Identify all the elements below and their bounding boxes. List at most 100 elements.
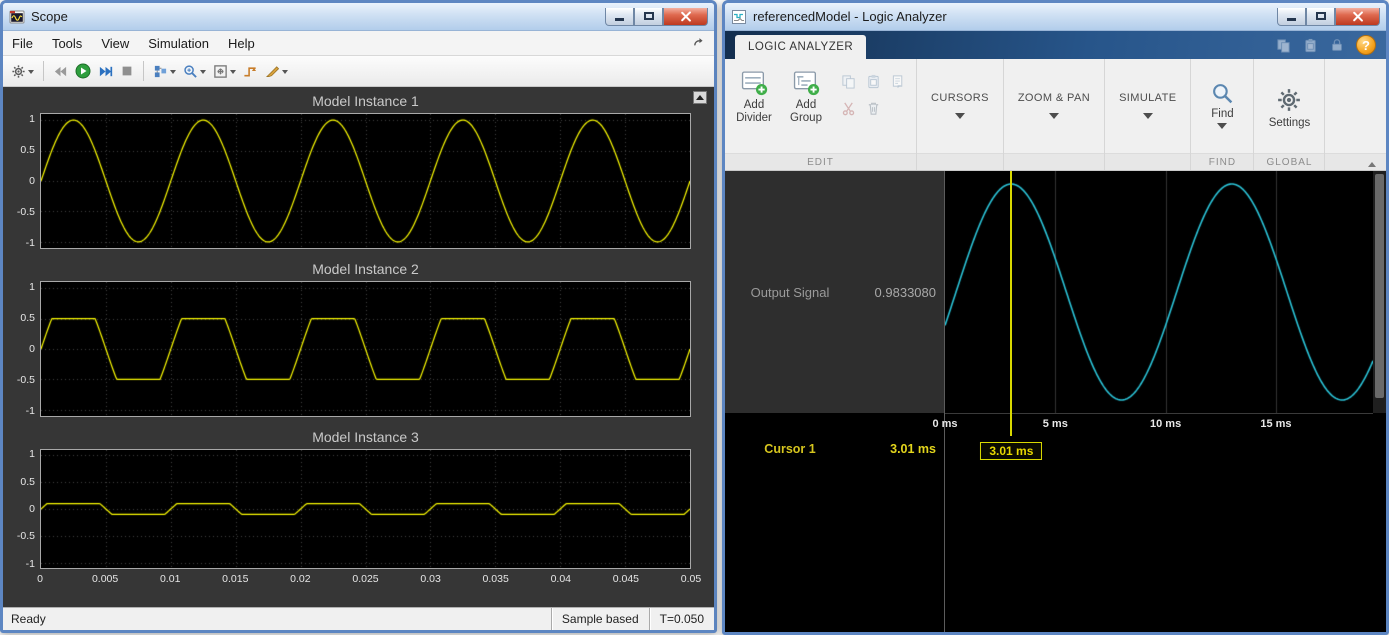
add-divider-button[interactable]: Add Divider	[728, 62, 780, 153]
maximize-button[interactable]	[1306, 8, 1335, 26]
duplicate-button[interactable]	[886, 68, 911, 95]
scope-titlebar[interactable]: Scope	[3, 3, 714, 31]
run-button[interactable]	[73, 59, 93, 83]
simulate-label: SIMULATE	[1119, 92, 1176, 104]
x-tick: 0.005	[92, 573, 118, 585]
find-icon	[1211, 82, 1234, 105]
collapse-toolstrip-icon[interactable]	[1368, 158, 1376, 167]
copy-icon	[841, 74, 856, 89]
zoom-pan-dropdown[interactable]: ZOOM & PAN	[1007, 62, 1101, 153]
la-display-area: Output Signal Cursor 1 0.9833080 3.01 ms…	[725, 171, 1386, 632]
scope-app-icon	[9, 9, 25, 25]
simulate-dropdown[interactable]: SIMULATE	[1108, 62, 1187, 153]
section-label-find: FIND	[1191, 153, 1253, 170]
logic-analyzer-window: referencedModel - Logic Analyzer LOGIC A…	[722, 0, 1389, 635]
dock-icon[interactable]	[692, 37, 705, 50]
signal-name-column: Output Signal Cursor 1	[725, 171, 855, 632]
tab-logic-analyzer[interactable]: LOGIC ANALYZER	[735, 35, 866, 59]
y-tick: -0.5	[17, 206, 35, 218]
fit-axes-button[interactable]	[211, 59, 238, 83]
menu-file[interactable]: File	[12, 36, 33, 51]
status-ready: Ready	[11, 612, 46, 626]
menu-simulation[interactable]: Simulation	[148, 36, 209, 51]
scope-figure-area: Model Instance 1 1 0.5 0 -0.5 -1 Model I…	[3, 87, 714, 607]
measurements-button[interactable]	[263, 59, 290, 83]
y-tick: 1	[29, 448, 35, 460]
scope-statusbar: Ready Sample based T=0.050	[3, 607, 714, 630]
paste-button[interactable]	[861, 68, 886, 95]
y-tick: 0.5	[20, 144, 35, 156]
scrollbar-thumb[interactable]	[1375, 174, 1384, 398]
x-tick: 0.035	[483, 573, 509, 585]
maximize-button[interactable]	[634, 8, 663, 26]
qa-paste-icon[interactable]	[1303, 38, 1318, 53]
cursor-value-cell: 3.01 ms	[855, 435, 944, 463]
menu-view[interactable]: View	[101, 36, 129, 51]
trigger-button[interactable]	[241, 59, 260, 83]
plot-canvas-2[interactable]	[40, 281, 691, 417]
cursor-value: 3.01 ms	[890, 442, 936, 456]
zoom-button[interactable]	[181, 59, 208, 83]
x-tick: 0.025	[352, 573, 378, 585]
delete-icon	[866, 101, 881, 116]
scope-toolbar	[3, 56, 714, 87]
vertical-scrollbar[interactable]	[1373, 171, 1386, 413]
scope-window-title: Scope	[31, 9, 68, 24]
expand-plot-icon[interactable]	[693, 91, 707, 104]
x-tick: 0.04	[551, 573, 571, 585]
section-label-edit: EDIT	[725, 153, 916, 170]
section-edit: Add Divider Add Group	[725, 59, 917, 170]
signal-name: Output Signal	[751, 285, 830, 300]
y-axis-ticks: 1 0.5 0 -0.5 -1	[3, 281, 40, 417]
cursor-flag[interactable]: 3.01 ms	[980, 442, 1042, 460]
copy-button[interactable]	[836, 68, 861, 95]
zoom-pan-label: ZOOM & PAN	[1018, 92, 1090, 104]
signal-value-cell: 0.9833080	[855, 171, 944, 413]
y-tick: 0	[29, 175, 35, 187]
chevron-down-icon	[955, 113, 965, 124]
add-group-button[interactable]: Add Group	[780, 62, 832, 153]
la-waveform-canvas[interactable]	[945, 171, 1373, 413]
plot-canvas-3[interactable]	[40, 449, 691, 569]
close-button[interactable]	[1335, 8, 1380, 26]
menu-help[interactable]: Help	[228, 36, 255, 51]
cursors-dropdown[interactable]: CURSORS	[920, 62, 1000, 153]
stop-button[interactable]	[118, 59, 136, 83]
minimize-button[interactable]	[605, 8, 634, 26]
add-divider-icon	[741, 69, 768, 96]
find-button[interactable]: Find	[1194, 62, 1250, 153]
close-button[interactable]	[663, 8, 708, 26]
find-label: Find	[1211, 108, 1233, 120]
toolstrip-tabrow: LOGIC ANALYZER ?	[725, 31, 1386, 59]
cursor-name-cell[interactable]: Cursor 1	[725, 435, 855, 463]
minimize-button[interactable]	[1277, 8, 1306, 26]
step-forward-button[interactable]	[96, 59, 115, 83]
y-tick: 0.5	[20, 312, 35, 324]
cut-button[interactable]	[836, 95, 861, 122]
cursor-line[interactable]	[1010, 171, 1012, 436]
x-tick: 0	[37, 573, 43, 585]
y-tick: -1	[26, 405, 35, 417]
scope-settings-button[interactable]	[9, 59, 36, 83]
menu-tools[interactable]: Tools	[52, 36, 82, 51]
step-back-button[interactable]	[51, 59, 70, 83]
la-titlebar[interactable]: referencedModel - Logic Analyzer	[725, 3, 1386, 31]
y-tick: -1	[26, 558, 35, 570]
help-button[interactable]: ?	[1356, 35, 1376, 55]
paste-icon	[866, 74, 881, 89]
time-tick: 5 ms	[1043, 418, 1068, 430]
plot-canvas-1[interactable]	[40, 113, 691, 249]
section-label-cursors	[917, 153, 1003, 170]
y-tick: 1	[29, 281, 35, 293]
y-tick: 0.5	[20, 476, 35, 488]
time-tick: 0 ms	[932, 418, 957, 430]
delete-button[interactable]	[861, 95, 886, 122]
qa-lock-icon[interactable]	[1330, 38, 1344, 52]
highlight-block-button[interactable]	[151, 59, 178, 83]
help-label: ?	[1362, 38, 1370, 53]
signal-name-cell[interactable]: Output Signal	[725, 171, 855, 413]
settings-button[interactable]: Settings	[1257, 62, 1321, 153]
chevron-down-icon	[28, 70, 34, 77]
qa-copy-icon[interactable]	[1276, 38, 1291, 53]
logic-analyzer-app-icon	[731, 9, 747, 25]
